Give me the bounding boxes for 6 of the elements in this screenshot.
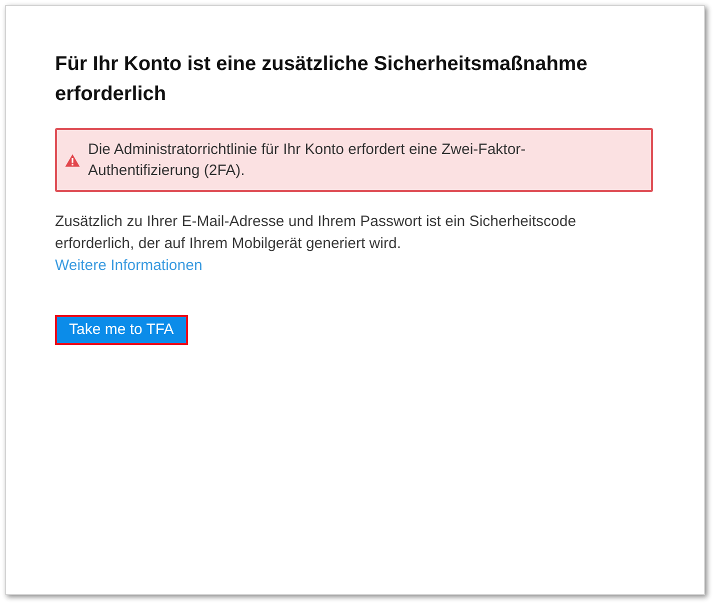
description-text: Zusätzlich zu Ihrer E-Mail-Adresse und Ihrem Passwort ist ein Sicherheitscode erforderlich, der auf Ihrem Mobilgerät generiert wird. [55, 212, 578, 254]
page-heading: Für Ihr Konto ist eine zusätzliche Sicherheitsmaßnahme erforderlich [55, 52, 588, 107]
more-info-link[interactable]: Weitere Informationen [55, 255, 202, 277]
alert-message: Die Administratorrichtlinie für Ihr Konto erfordert eine Zwei-Faktor-Authentifizierung (2FA). [88, 140, 527, 181]
tfa-button[interactable]: Take me to TFA [55, 315, 188, 345]
warning-icon [65, 154, 80, 166]
